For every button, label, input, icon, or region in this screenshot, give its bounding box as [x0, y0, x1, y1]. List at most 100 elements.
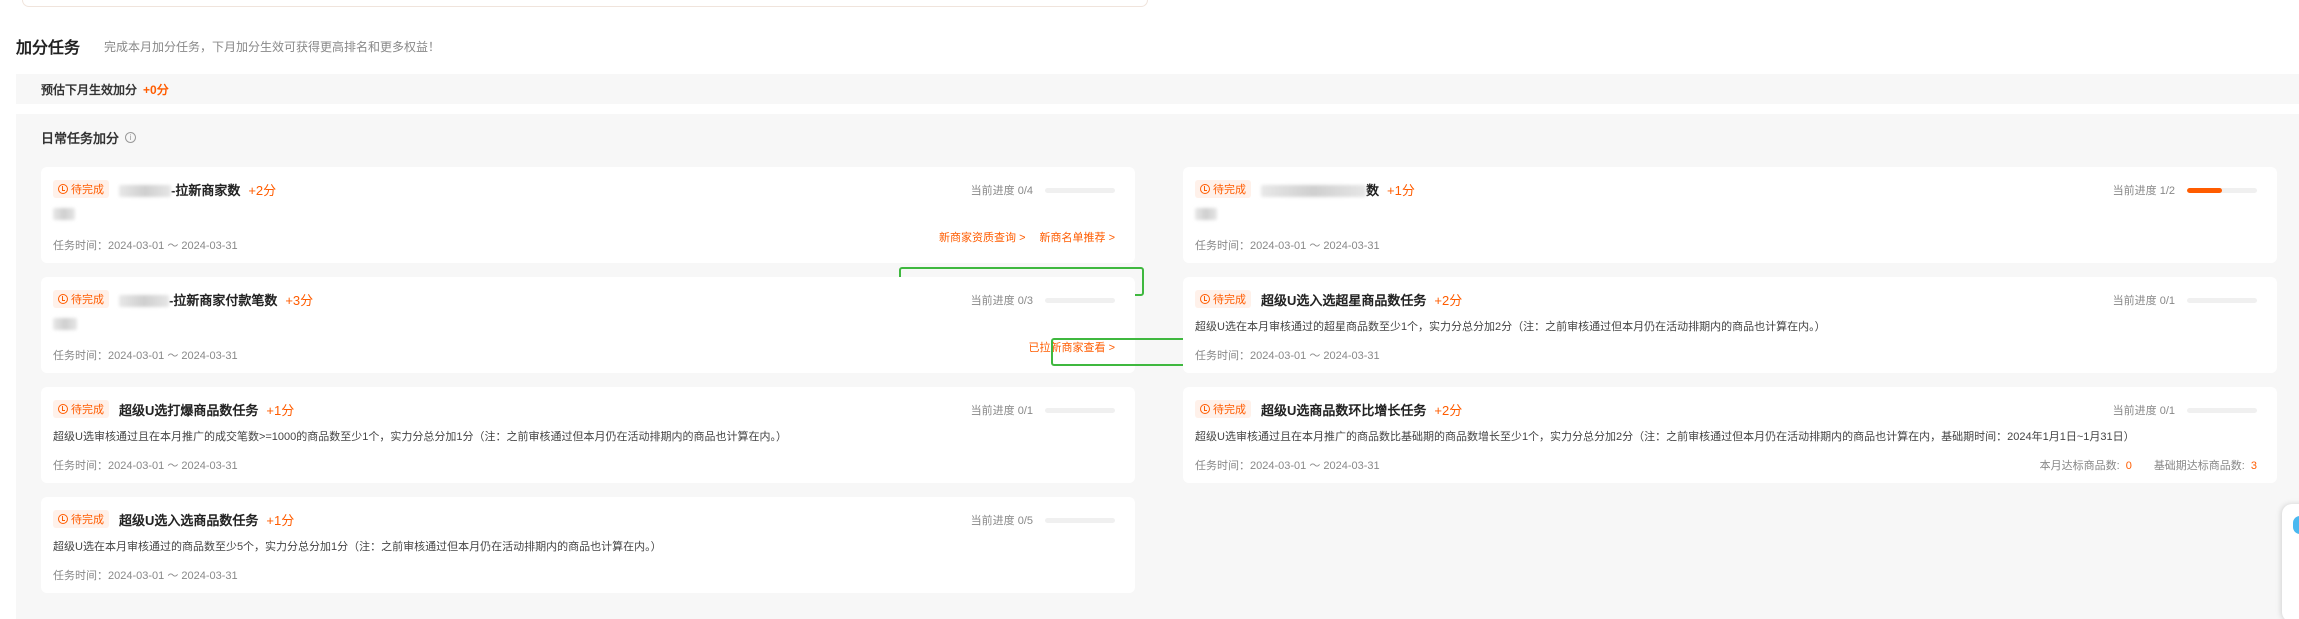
redacted-text	[53, 208, 75, 220]
task-time: 任务时间：2024-03-01 ～ 2024-03-31	[1195, 460, 1380, 472]
progress-bar	[1045, 407, 1115, 413]
progress-label: 当前进度 0/5	[970, 515, 1033, 527]
daily-tasks-panel: 日常任务加分 i 待完成 -拉新商家数 +2分 当前进度 0/4 任务时间：20…	[16, 114, 2299, 619]
progress-fill	[2187, 187, 2222, 193]
task-stats: 本月达标商品数: 0 基础期达标商品数: 3	[2018, 457, 2257, 473]
redacted-text	[119, 185, 171, 198]
task-time: 任务时间：2024-03-01 ～ 2024-03-31	[1195, 350, 1380, 362]
section-header: 加分任务 完成本月加分任务，下月加分生效可获得更高排名和更多权益！	[16, 34, 440, 58]
task-name: -拉新商家付款笔数	[119, 290, 277, 309]
floating-assistant-tab[interactable]	[2282, 504, 2299, 619]
merchant-recommend-link[interactable]: 新商名单推荐 >	[1040, 229, 1115, 245]
progress-bar	[1045, 187, 1115, 193]
task-score: +1分	[1387, 182, 1415, 198]
task-time: 任务时间：2024-03-01 ～ 2024-03-31	[53, 240, 238, 252]
progress-label: 当前进度 0/1	[970, 405, 1033, 417]
progress-label: 当前进度 0/1	[2112, 405, 2175, 417]
task-description: 超级U选审核通过且在本月推广的成交笔数>=1000的商品数至少1个，实力分总分加…	[53, 431, 787, 443]
task-time: 任务时间：2024-03-01 ～ 2024-03-31	[53, 350, 238, 362]
task-header: 待完成 超级U选入选超星商品数任务 +2分	[1195, 289, 1462, 309]
task-header: 待完成 数 +1分	[1195, 179, 1415, 199]
task-card: 待完成 超级U选商品数环比增长任务 +2分 当前进度 0/1 超级U选审核通过且…	[1183, 387, 2277, 483]
task-header: 待完成 超级U选打爆商品数任务 +1分	[53, 399, 294, 419]
task-score: +1分	[266, 512, 295, 528]
status-badge: 待完成	[53, 510, 109, 528]
progress-bar	[2187, 187, 2257, 193]
task-description: 超级U选审核通过且在本月推广的商品数比基础期的商品数增长至少1个，实力分总分加2…	[1195, 431, 2135, 443]
status-badge: 待完成	[1195, 180, 1251, 198]
task-progress: 当前进度 0/3	[971, 292, 1115, 308]
task-card: 待完成 数 +1分 当前进度 1/2 任务时间：2024-03-01 ～ 202…	[1183, 167, 2277, 263]
task-progress: 当前进度 1/2	[2113, 182, 2257, 198]
task-progress: 当前进度 0/1	[2113, 402, 2257, 418]
task-description	[1195, 208, 1217, 223]
task-progress: 当前进度 0/1	[971, 402, 1115, 418]
clock-icon	[58, 294, 68, 304]
task-score: +2分	[248, 182, 277, 198]
task-header: 待完成 超级U选入选商品数任务 +1分	[53, 509, 294, 529]
task-name: 超级U选入选超星商品数任务	[1261, 292, 1427, 308]
progress-label: 当前进度 0/3	[970, 295, 1033, 307]
task-score: +3分	[285, 292, 314, 308]
redacted-text	[1261, 185, 1366, 198]
merchant-qualification-link[interactable]: 新商家资质查询 >	[939, 229, 1025, 245]
clock-icon	[1200, 404, 1210, 414]
clock-icon	[1200, 294, 1210, 304]
daily-tasks-title-text: 日常任务加分	[41, 131, 120, 146]
task-card: 待完成 超级U选打爆商品数任务 +1分 当前进度 0/1 超级U选审核通过且在本…	[41, 387, 1135, 483]
task-header: 待完成 超级U选商品数环比增长任务 +2分	[1195, 399, 1462, 419]
page-subtitle: 完成本月加分任务，下月加分生效可获得更高排名和更多权益！	[104, 39, 441, 54]
task-progress: 当前进度 0/1	[2113, 292, 2257, 308]
task-score: +2分	[1434, 292, 1463, 308]
task-header: 待完成 -拉新商家付款笔数 +3分	[53, 289, 313, 309]
estimate-bar: 预估下月生效加分 +0分	[16, 74, 2299, 104]
clock-icon	[58, 184, 68, 194]
task-time: 任务时间：2024-03-01 ～ 2024-03-31	[53, 570, 238, 582]
status-badge: 待完成	[1195, 400, 1251, 418]
daily-tasks-title: 日常任务加分 i	[41, 128, 137, 147]
task-name: 超级U选入选商品数任务	[119, 512, 259, 528]
previous-section-border	[22, 0, 1148, 7]
redacted-text	[119, 295, 169, 308]
status-badge: 待完成	[53, 290, 109, 308]
stat-base-period: 基础期达标商品数: 3	[2153, 460, 2257, 472]
task-card: 待完成 -拉新商家数 +2分 当前进度 0/4 任务时间：2024-03-01 …	[41, 167, 1135, 263]
highlight-box	[1051, 338, 1186, 366]
task-score: +2分	[1434, 402, 1463, 418]
progress-label: 当前进度 0/1	[2112, 295, 2175, 307]
progress-bar	[1045, 517, 1115, 523]
progress-label: 当前进度 0/4	[970, 185, 1033, 197]
task-actions: 新商家资质查询 > 新商名单推荐 >	[939, 229, 1115, 245]
task-time: 任务时间：2024-03-01 ～ 2024-03-31	[53, 460, 238, 472]
clock-icon	[58, 404, 68, 414]
progress-bar	[2187, 407, 2257, 413]
progress-label: 当前进度 1/2	[2112, 185, 2175, 197]
estimate-value: +0分	[143, 82, 169, 97]
progress-bar	[1045, 297, 1115, 303]
task-description	[53, 318, 77, 333]
redacted-text	[1195, 208, 1217, 220]
stat-current-month: 本月达标商品数: 0	[2039, 460, 2132, 472]
progress-bar	[2187, 297, 2257, 303]
assistant-icon	[2293, 516, 2299, 534]
task-card: 待完成 -拉新商家付款笔数 +3分 当前进度 0/3 任务时间：2024-03-…	[41, 277, 1135, 373]
task-name: 超级U选打爆商品数任务	[119, 402, 259, 418]
task-score: +1分	[266, 402, 295, 418]
status-badge: 待完成	[53, 400, 109, 418]
task-name: 数	[1261, 180, 1379, 199]
clock-icon	[58, 514, 68, 524]
redacted-text	[53, 318, 77, 330]
task-progress: 当前进度 0/5	[971, 512, 1115, 528]
task-description: 超级U选在本月审核通过的商品数至少5个，实力分总分加1分（注：之前审核通过但本月…	[53, 541, 662, 553]
status-badge: 待完成	[53, 180, 109, 198]
task-description	[53, 208, 75, 223]
info-icon[interactable]: i	[125, 132, 137, 143]
clock-icon	[1200, 184, 1210, 194]
task-time: 任务时间：2024-03-01 ～ 2024-03-31	[1195, 240, 1380, 252]
task-progress: 当前进度 0/4	[971, 182, 1115, 198]
task-card: 待完成 超级U选入选超星商品数任务 +2分 当前进度 0/1 超级U选在本月审核…	[1183, 277, 2277, 373]
task-description: 超级U选在本月审核通过的超星商品数至少1个，实力分总分加2分（注：之前审核通过但…	[1195, 321, 1826, 333]
task-header: 待完成 -拉新商家数 +2分	[53, 179, 276, 199]
estimate-label: 预估下月生效加分	[41, 82, 138, 97]
task-name: 超级U选商品数环比增长任务	[1261, 402, 1427, 418]
